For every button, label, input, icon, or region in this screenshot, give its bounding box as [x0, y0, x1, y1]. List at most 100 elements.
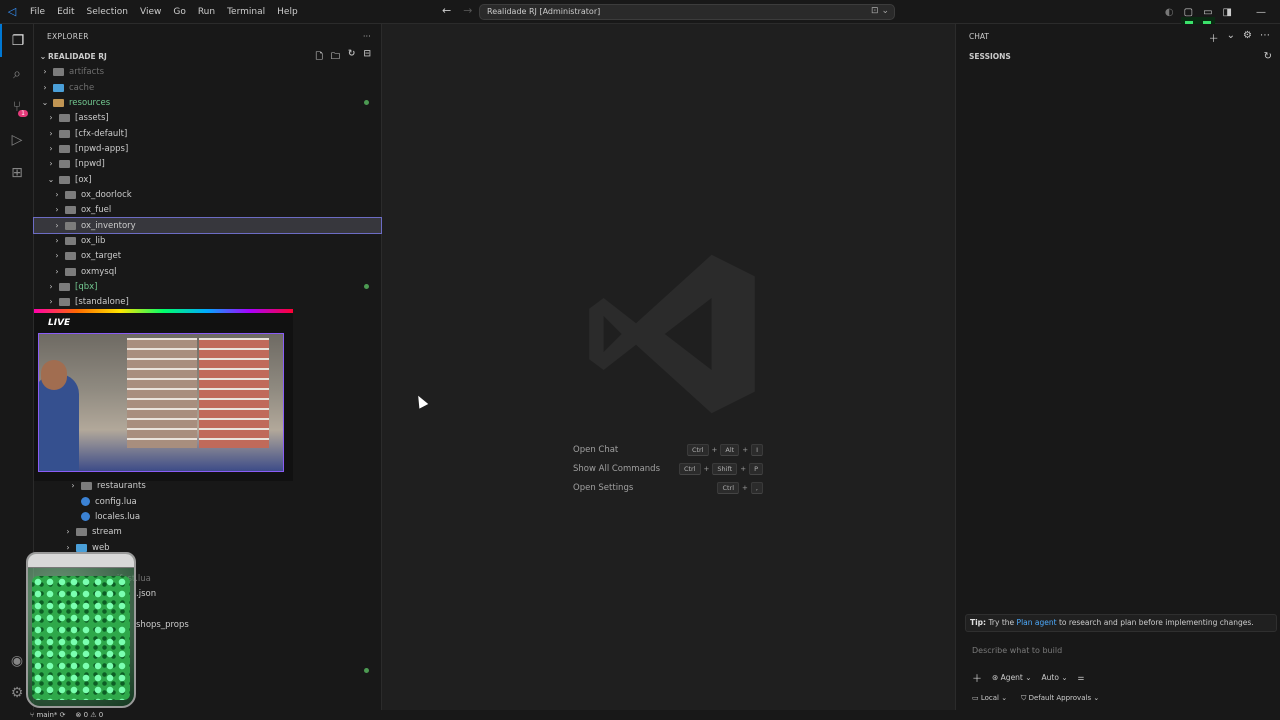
search-icon[interactable]: ⌕ — [0, 57, 34, 90]
tree-item-json[interactable]: .json — [136, 586, 156, 601]
tree-item-ox-fuel[interactable]: › ox_fuel — [52, 202, 111, 217]
refresh-icon[interactable]: ↻ — [348, 49, 356, 65]
menu-run[interactable]: Run — [192, 0, 221, 24]
collapse-all-icon[interactable]: ⊟ — [363, 49, 371, 65]
tree-item-ox-lib[interactable]: › ox_lib — [52, 233, 105, 248]
tree-item-label: [qbx] — [75, 281, 98, 292]
command-show-all-commands[interactable]: Show All Commands Ctrl + Shift + P — [573, 459, 763, 478]
chat-toggle-icon[interactable]: ⊡ ⌄ — [871, 6, 889, 16]
chevron-right-icon: › — [43, 67, 47, 76]
tree-item-stream[interactable]: › stream — [63, 524, 122, 539]
new-chat-icon[interactable]: ＋ — [1209, 30, 1219, 45]
tip-post: to research and plan before implementing… — [1058, 618, 1254, 627]
command-label: Show All Commands — [573, 463, 660, 474]
navigation-arrows: ← → — [442, 4, 472, 17]
store-shelf — [127, 338, 197, 448]
explorer-header: EXPLORER ··· — [34, 24, 381, 48]
menu-go[interactable]: Go — [167, 0, 191, 24]
command-open-settings[interactable]: Open Settings Ctrl + , — [573, 478, 763, 497]
tree-item-locales-lua[interactable]: locales.lua — [78, 509, 140, 524]
chat-tip: Tip: Try the Plan agent to research and … — [965, 614, 1277, 632]
chevron-down-icon[interactable]: ⌄ — [1227, 30, 1235, 45]
problems-indicator[interactable]: ⊗ 0 ⚠ 0 — [76, 711, 104, 719]
more-actions-icon[interactable]: ··· — [363, 32, 371, 41]
menu-edit[interactable]: Edit — [51, 0, 80, 24]
tree-item-cache[interactable]: › cache — [40, 80, 94, 95]
source-control-icon[interactable]: ⑂ 1 — [0, 90, 34, 123]
shortcut: Ctrl + Alt + I — [686, 443, 763, 456]
jar-contents — [32, 576, 130, 700]
chat-toolbar: ＋ ⊛ Agent ⌄ Auto ⌄ ⚌ — [972, 670, 1084, 685]
chevron-right-icon: › — [43, 83, 47, 92]
add-context-icon[interactable]: ＋ — [972, 670, 982, 685]
tree-item-label: cache — [69, 82, 95, 93]
folder-icon — [65, 251, 76, 260]
tree-item-artifacts[interactable]: › artifacts — [40, 64, 104, 79]
tree-item-ox-target[interactable]: › ox_target — [52, 248, 121, 263]
tree-item-assets[interactable]: › [assets] — [46, 110, 109, 125]
menu-help[interactable]: Help — [271, 0, 304, 24]
tree-item-label: [assets] — [75, 112, 109, 123]
chevron-right-icon: › — [66, 527, 70, 536]
tree-item-config-lua[interactable]: config.lua — [78, 494, 137, 509]
explorer-icon[interactable]: ❐ — [0, 24, 34, 57]
command-open-chat[interactable]: Open Chat Ctrl + Alt + I — [573, 440, 763, 459]
minimize-icon[interactable]: — — [1256, 7, 1266, 18]
tree-item-shops-props[interactable]: shops_props — [136, 617, 189, 632]
person-head — [41, 360, 67, 390]
chevron-right-icon: › — [49, 297, 53, 306]
tree-item-standalone[interactable]: › [standalone] — [46, 294, 128, 309]
tree-item-npwd[interactable]: › [npwd] — [46, 156, 104, 171]
menu-selection[interactable]: Selection — [81, 0, 134, 24]
panel-toggle-icon[interactable]: ▭ — [1203, 7, 1212, 18]
extensions-icon[interactable]: ⊞ — [0, 156, 34, 189]
command-center[interactable]: Realidade RJ [Administrator] ⊡ ⌄ — [479, 4, 895, 20]
model-picker[interactable]: Auto ⌄ — [1042, 673, 1068, 682]
key-ctrl: Ctrl — [717, 481, 740, 494]
folder-icon — [53, 83, 64, 92]
menu-view[interactable]: View — [134, 0, 167, 24]
store-shelf — [199, 338, 269, 448]
copilot-icon[interactable]: ◐ — [1165, 7, 1174, 18]
workspace-section[interactable]: ⌄ REALIDADE RJ 🗋 🗀 ↻ ⊟ — [34, 48, 381, 65]
more-actions-icon[interactable]: ⋯ — [1260, 30, 1270, 45]
tree-item-label: web — [92, 542, 110, 553]
folder-icon — [59, 113, 70, 122]
tree-item-ox-inventory[interactable]: › ox_inventory — [33, 217, 382, 234]
forward-arrow-icon[interactable]: → — [463, 4, 472, 17]
tree-item-cfx-default[interactable]: › [cfx-default] — [46, 126, 127, 141]
folder-icon — [76, 543, 87, 552]
branch-indicator[interactable]: ⑂ main* ⟳ — [30, 711, 66, 719]
back-arrow-icon[interactable]: ← — [442, 4, 451, 17]
layout-toggle-icon[interactable]: ▢ — [1184, 7, 1193, 18]
chevron-right-icon: › — [66, 543, 70, 552]
new-folder-icon[interactable]: 🗀 — [331, 49, 340, 65]
explorer-actions: 🗋 🗀 ↻ ⊟ — [316, 49, 381, 65]
approvals-picker[interactable]: ⛉ Default Approvals ⌄ — [1021, 694, 1099, 703]
sidebar-toggle-icon[interactable]: ◨ — [1223, 7, 1232, 18]
tree-item-label: .json — [136, 588, 157, 599]
tree-item-npwd-apps[interactable]: › [npwd-apps] — [46, 141, 128, 156]
plan-agent-link[interactable]: Plan agent — [1017, 618, 1057, 627]
tree-item-resources[interactable]: ⌄ resources — [40, 95, 111, 110]
tree-item-ox-doorlock[interactable]: › ox_doorlock — [52, 187, 131, 202]
folder-icon — [59, 282, 70, 291]
tools-icon[interactable]: ⚌ — [1078, 673, 1085, 682]
location-picker[interactable]: ▭ Local ⌄ — [972, 694, 1007, 703]
menu-terminal[interactable]: Terminal — [221, 0, 271, 24]
run-debug-icon[interactable]: ▷ — [0, 123, 34, 156]
tree-item-label: oxmysql — [81, 266, 117, 277]
tree-item-ox[interactable]: ⌄ [ox] — [46, 172, 92, 187]
settings-gear-icon[interactable]: ⚙ — [1243, 30, 1252, 45]
tree-item-oxmysql[interactable]: › oxmysql — [52, 264, 116, 279]
menu-file[interactable]: File — [24, 0, 51, 24]
agent-mode-picker[interactable]: ⊛ Agent ⌄ — [992, 673, 1032, 682]
webcam-overlay: LIVE — [34, 309, 293, 481]
refresh-icon[interactable]: ↻ — [1264, 51, 1272, 62]
new-file-icon[interactable]: 🗋 — [316, 49, 323, 65]
tree-item-label: stream — [92, 526, 122, 537]
key-shift: Shift — [712, 462, 738, 475]
tree-item-qbx[interactable]: › [qbx] — [46, 279, 97, 294]
chat-input[interactable]: Describe what to build — [972, 646, 1062, 655]
key-p: P — [749, 462, 763, 475]
